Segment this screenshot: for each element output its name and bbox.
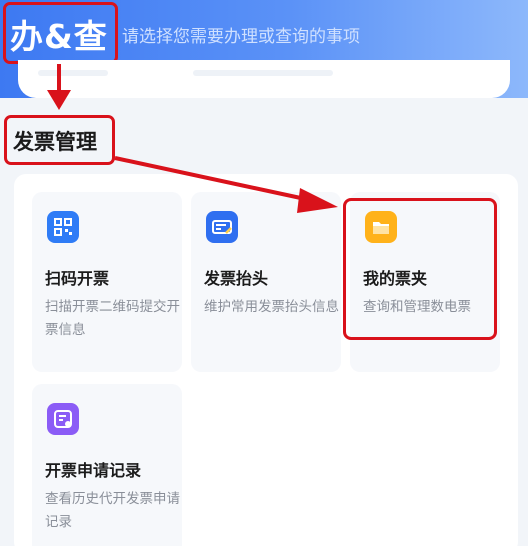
tile-invoice-header[interactable]: 发票抬头 维护常用发票抬头信息 (191, 192, 341, 372)
qr-code-icon (47, 211, 79, 243)
tile-desc: 维护常用发票抬头信息 (204, 299, 339, 315)
strip-placeholder (193, 70, 333, 76)
tile-desc: 扫描开票二维码提交开票信息 (45, 299, 180, 338)
tile-scan-invoice[interactable]: 扫码开票 扫描开票二维码提交开票信息 (32, 192, 182, 372)
tile-name: 发票抬头 (204, 269, 269, 288)
tile-invoice-application-record[interactable]: 开票申请记录 查看历史代开发票申请记录 (32, 384, 182, 546)
top-card-strip (18, 60, 510, 98)
title-highlight-box (3, 2, 118, 64)
page-subtitle: 请选择您需要办理或查询的事项 (122, 27, 360, 47)
invoice-header-icon (206, 211, 238, 243)
tile-desc: 查看历史代开发票申请记录 (45, 491, 180, 530)
strip-placeholder (38, 70, 108, 76)
tile-name: 扫码开票 (45, 269, 110, 288)
section-highlight-box (4, 115, 115, 165)
record-icon (47, 403, 79, 435)
tile-name: 开票申请记录 (45, 461, 142, 480)
folder-highlight-box (343, 198, 497, 340)
